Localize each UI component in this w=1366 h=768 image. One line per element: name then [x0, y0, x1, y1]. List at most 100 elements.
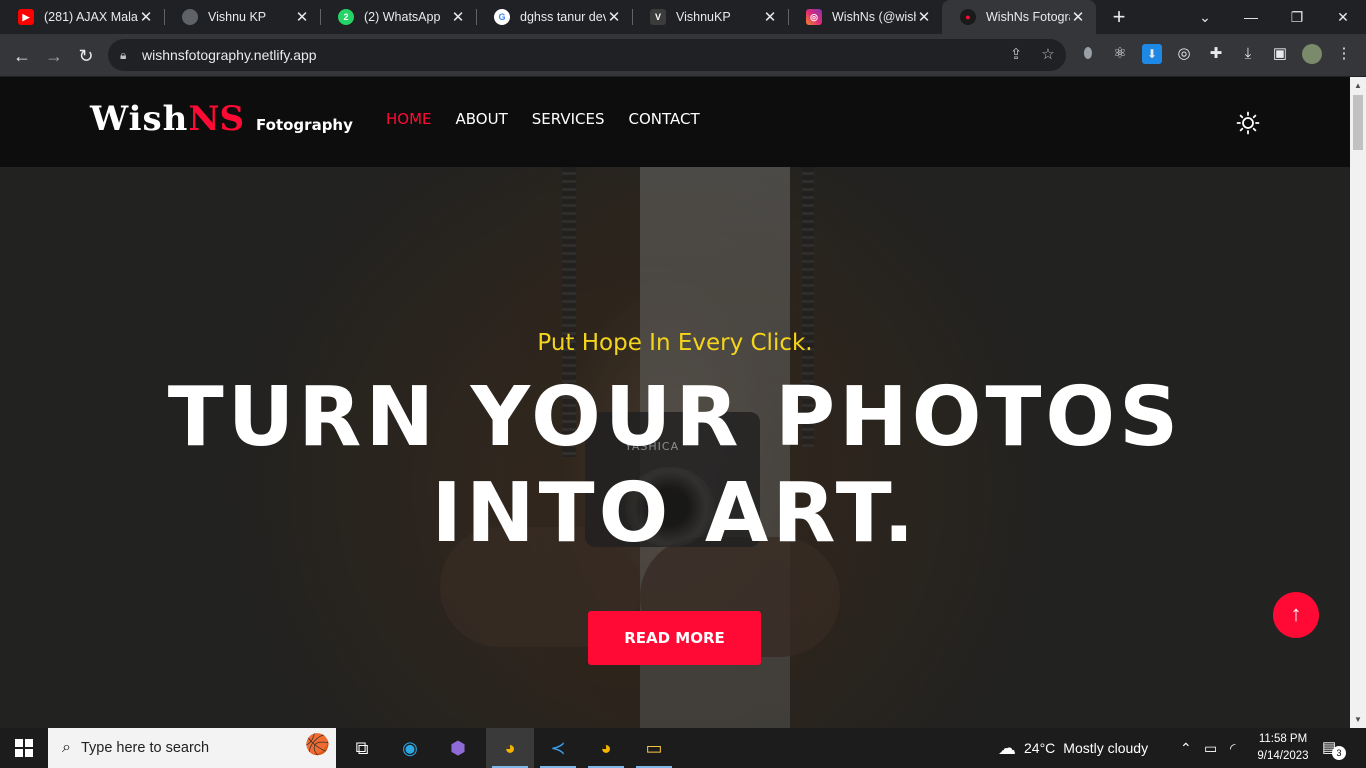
- extension-icon[interactable]: ⬮: [1078, 44, 1098, 64]
- extensions-puzzle-icon[interactable]: ✚: [1206, 44, 1226, 64]
- battery-icon[interactable]: ▭: [1204, 728, 1217, 768]
- tab-close-icon[interactable]: ✕: [450, 8, 466, 26]
- browser-tabstrip: ▶ (281) AJAX Malay ✕ Vishnu KP ✕ 2 (2) W…: [0, 0, 1366, 34]
- clock-time: 11:58 PM: [1258, 733, 1308, 745]
- copilot-icon[interactable]: ⬢: [434, 728, 482, 768]
- weather-widget[interactable]: ☁ 24°C Mostly cloudy: [998, 728, 1148, 768]
- target-extension-icon[interactable]: ◎: [1174, 44, 1194, 64]
- webpage: YASHICA Wish NS Fotography HOME ABOUT SE…: [0, 77, 1350, 728]
- cloud-weather-icon: ☁: [998, 737, 1016, 758]
- clock-date: 9/14/2023: [1257, 750, 1309, 762]
- new-tab-button[interactable]: +: [1106, 4, 1132, 30]
- hero-tagline: Put Hope In Every Click.: [537, 330, 813, 356]
- start-button[interactable]: [0, 728, 48, 768]
- nav-contact[interactable]: CONTACT: [629, 110, 700, 128]
- scrollbar-thumb[interactable]: [1353, 95, 1363, 150]
- whatsapp-icon: 2: [338, 9, 354, 25]
- menu-kebab-icon[interactable]: ⋮: [1334, 44, 1354, 64]
- back-button[interactable]: ←: [8, 42, 36, 70]
- chrome-icon[interactable]: ◕: [582, 728, 630, 768]
- bookmark-star-icon[interactable]: ☆: [1038, 45, 1058, 65]
- tab-youtube[interactable]: ▶ (281) AJAX Malay ✕: [0, 0, 164, 34]
- tab-close-icon[interactable]: ✕: [762, 8, 778, 26]
- tab-title: (281) AJAX Malay: [44, 10, 138, 24]
- tab-title: dghss tanur deva: [520, 10, 606, 24]
- task-view-icon[interactable]: ⧉: [338, 728, 386, 768]
- scroll-to-top-button[interactable]: ↑: [1273, 592, 1319, 638]
- share-icon[interactable]: ⇪: [1006, 45, 1026, 65]
- windows-taskbar: ⌕ Type here to search 🏀 ⧉ ◉ ⬢ ◕ ≺ ◕ ▭ ☁ …: [0, 728, 1366, 768]
- windows-logo-icon: [15, 739, 33, 757]
- minimize-button[interactable]: —: [1228, 0, 1274, 34]
- search-placeholder: Type here to search: [80, 740, 210, 756]
- browser-toolbar: ← → ↻ 🔒︎ wishnsfotography.netlify.app ⇪ …: [0, 34, 1366, 77]
- camera-favicon-icon: ●: [960, 9, 976, 25]
- site-navbar: Wish NS Fotography HOME ABOUT SERVICES C…: [0, 77, 1350, 167]
- lock-icon[interactable]: 🔒︎: [120, 48, 134, 63]
- tab-title: WishNs (@wishn: [832, 10, 916, 24]
- theme-toggle-sun-icon[interactable]: [1236, 111, 1260, 135]
- tab-instagram[interactable]: ◎ WishNs (@wishn ✕: [788, 0, 942, 34]
- taskbar-search-box[interactable]: ⌕ Type here to search 🏀: [48, 728, 336, 768]
- v-logo-icon: V: [650, 9, 666, 25]
- weather-condition: Mostly cloudy: [1063, 740, 1149, 756]
- tab-close-icon[interactable]: ✕: [1070, 8, 1086, 26]
- hero-headline-line2: INTO ART.: [431, 466, 919, 561]
- close-window-button[interactable]: ✕: [1320, 0, 1366, 34]
- profile-avatar[interactable]: [1302, 44, 1322, 64]
- tab-whatsapp[interactable]: 2 (2) WhatsApp ✕: [320, 0, 476, 34]
- hero-headline-line1: TURN YOUR PHOTOS: [167, 370, 1183, 465]
- google-icon: G: [494, 9, 510, 25]
- tab-close-icon[interactable]: ✕: [294, 8, 310, 26]
- instagram-icon: ◎: [806, 9, 822, 25]
- nav-services[interactable]: SERVICES: [532, 110, 605, 128]
- downloader-extension-icon[interactable]: ⬇: [1142, 44, 1162, 64]
- restore-button[interactable]: ❐: [1274, 0, 1320, 34]
- logo-wish: Wish: [90, 99, 189, 139]
- notification-count-badge: 3: [1332, 746, 1346, 760]
- wifi-icon[interactable]: ◜: [1230, 728, 1235, 768]
- side-panel-icon[interactable]: ▣: [1270, 44, 1290, 64]
- main-nav: HOME ABOUT SERVICES CONTACT: [386, 110, 700, 128]
- vscode-icon[interactable]: ≺: [534, 728, 582, 768]
- read-more-button[interactable]: READ MORE: [588, 611, 761, 665]
- reload-button[interactable]: ↻: [72, 42, 100, 70]
- edge-icon[interactable]: ◉: [386, 728, 434, 768]
- file-explorer-icon[interactable]: ▭: [630, 728, 678, 768]
- taskbar-clock[interactable]: 11:58 PM 9/14/2023: [1252, 731, 1314, 765]
- scroll-up-arrow-icon[interactable]: ▲: [1354, 81, 1362, 90]
- scroll-down-arrow-icon[interactable]: ▼: [1354, 715, 1362, 724]
- search-icon: ⌕: [62, 739, 71, 756]
- globe-icon: [182, 9, 198, 25]
- nav-about[interactable]: ABOUT: [456, 110, 508, 128]
- tab-title: (2) WhatsApp: [364, 10, 441, 24]
- tab-title: VishnuKP: [676, 10, 731, 24]
- react-devtools-icon[interactable]: ⚛: [1110, 44, 1130, 64]
- show-hidden-icons-chevron-icon[interactable]: ⌃: [1180, 728, 1192, 768]
- nav-home[interactable]: HOME: [386, 110, 432, 128]
- tab-wishns-fotography[interactable]: ● WishNs Fotograp ✕: [942, 0, 1096, 34]
- address-bar[interactable]: 🔒︎ wishnsfotography.netlify.app ⇪ ☆: [108, 39, 1066, 71]
- forward-button[interactable]: →: [40, 42, 68, 70]
- tab-close-icon[interactable]: ✕: [916, 8, 932, 26]
- tab-vishnu-kp[interactable]: Vishnu KP ✕: [164, 0, 320, 34]
- chrome-taskbar-active-icon[interactable]: ◕: [486, 728, 534, 768]
- logo-suffix: Fotography: [256, 116, 353, 134]
- tab-close-icon[interactable]: ✕: [606, 8, 622, 26]
- tab-search-chevron-icon[interactable]: ⌄: [1182, 0, 1228, 34]
- tab-vishnukp[interactable]: V VishnuKP ✕: [632, 0, 788, 34]
- search-highlight-icon[interactable]: 🏀: [270, 732, 330, 764]
- tab-title: WishNs Fotograp: [986, 10, 1070, 24]
- hero-headline: TURN YOUR PHOTOS INTO ART.: [0, 370, 1350, 562]
- downloads-icon[interactable]: ⤓: [1238, 44, 1258, 64]
- page-scrollbar[interactable]: ▲ ▼: [1350, 77, 1366, 728]
- logo-ns: NS: [188, 99, 245, 139]
- tab-title: Vishnu KP: [208, 10, 267, 24]
- url-text[interactable]: wishnsfotography.netlify.app: [142, 47, 317, 63]
- site-logo[interactable]: Wish NS Fotography: [90, 99, 353, 139]
- weather-temp: 24°C: [1024, 740, 1056, 756]
- tab-close-icon[interactable]: ✕: [138, 8, 154, 26]
- youtube-icon: ▶: [18, 9, 34, 25]
- tab-google-search[interactable]: G dghss tanur deva ✕: [476, 0, 632, 34]
- notification-center-icon[interactable]: ▤ 3: [1322, 738, 1346, 760]
